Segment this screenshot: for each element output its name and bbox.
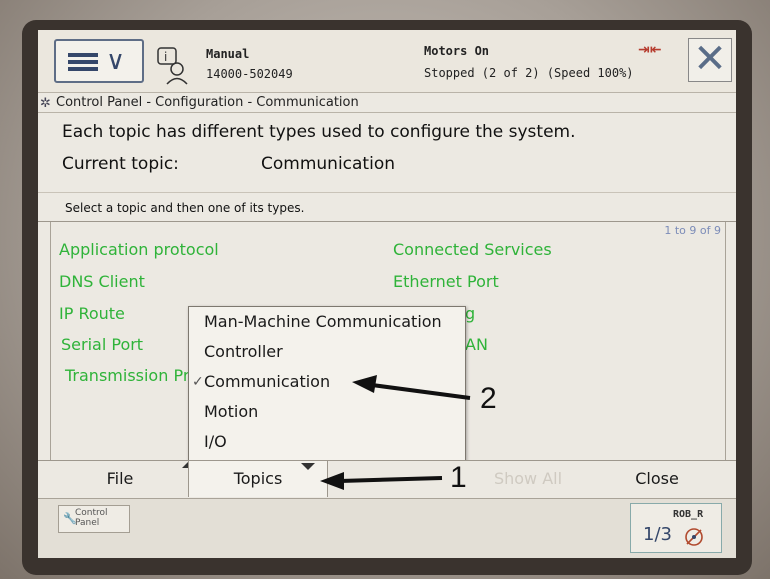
annotation-arrow-1-head xyxy=(320,472,344,490)
annotation-number-2: 2 xyxy=(480,382,497,415)
annotation-number-1: 1 xyxy=(450,461,467,494)
annotation-arrow-2-head xyxy=(352,375,377,393)
annotation-arrow-1-line xyxy=(339,476,443,483)
annotation-layer xyxy=(320,375,471,490)
annotation-arrow-2-line xyxy=(371,383,471,400)
